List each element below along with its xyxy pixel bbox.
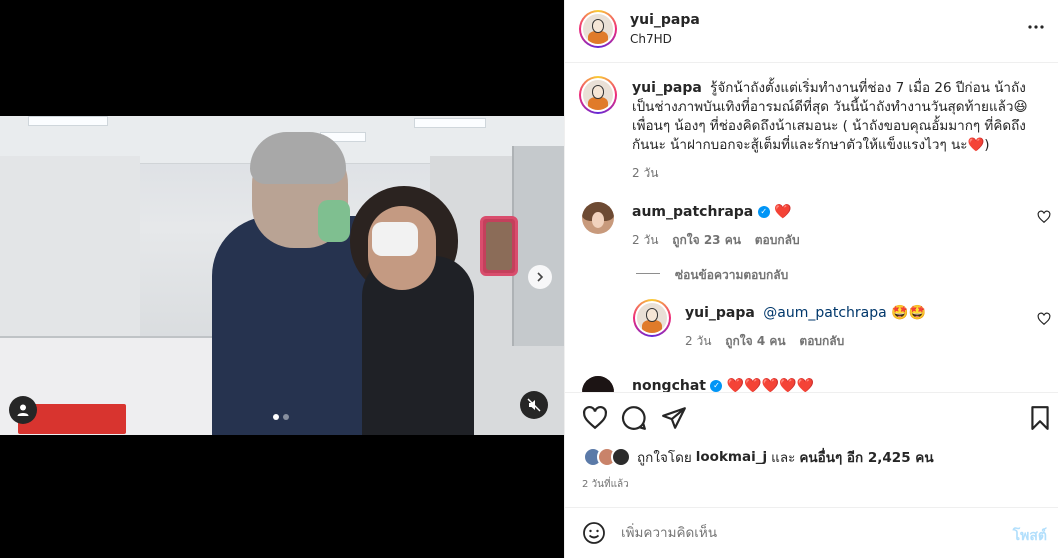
reply-meta: 2 วัน ถูกใจ 4 คน ตอบกลับ	[685, 332, 844, 351]
caption-username[interactable]: yui_papa	[632, 80, 702, 96]
post-location[interactable]: Ch7HD	[630, 32, 672, 46]
post-comment-button[interactable]: โพสต์	[1013, 525, 1047, 547]
comment-icon[interactable]	[621, 405, 647, 431]
author-avatar[interactable]	[579, 76, 617, 114]
muted-speaker-icon	[527, 398, 541, 412]
ceiling-light	[414, 118, 486, 128]
liked-by-user[interactable]: lookmai_j	[696, 449, 767, 465]
user-tag-button[interactable]	[9, 396, 37, 424]
liked-by-middle: และ	[771, 450, 796, 466]
carousel-dot	[283, 414, 289, 420]
carousel-dots	[273, 414, 289, 420]
author-username[interactable]: yui_papa	[630, 12, 700, 28]
reply-button[interactable]: ตอบกลับ	[799, 334, 844, 348]
commenter-avatar[interactable]	[582, 376, 614, 392]
comment-username[interactable]: aum_patchrapa	[632, 204, 753, 220]
person-man-mask	[318, 200, 350, 242]
caption-age: 2 วัน	[632, 166, 659, 180]
post-caption: yui_papa รู้จักน้าถังตั้งแต่เริ่มทำงานที…	[632, 79, 1032, 155]
liker-avatar[interactable]	[611, 447, 631, 467]
post-photo[interactable]	[0, 116, 564, 435]
reply-age: 2 วัน	[685, 334, 712, 348]
reply-mention[interactable]: @aum_patchrapa	[763, 305, 886, 321]
verified-badge-icon: ✓	[710, 380, 723, 392]
comment-likes[interactable]: ถูกใจ 23 คน	[672, 233, 741, 247]
comment-like-icon[interactable]	[1037, 210, 1051, 224]
more-horizontal-icon	[1028, 25, 1044, 29]
reply-avatar[interactable]	[633, 299, 671, 337]
liked-by-prefix: ถูกใจโดย	[637, 450, 692, 466]
comment-text: ❤️❤️❤️❤️❤️	[726, 378, 815, 392]
chevron-right-icon	[537, 272, 544, 282]
author-avatar[interactable]	[579, 10, 617, 48]
hide-replies-button[interactable]: ซ่อนข้อความตอบกลับ	[675, 266, 788, 285]
reply-username[interactable]: yui_papa	[685, 305, 755, 321]
scene-wall	[0, 156, 140, 356]
comment: aum_patchrapa ✓ ❤️	[632, 204, 792, 220]
person-man-hair	[250, 132, 346, 184]
comment-meta: 2 วัน ถูกใจ 23 คน ตอบกลับ	[632, 231, 800, 250]
liked-by-others[interactable]: คนอื่นๆ อีก 2,425 คน	[799, 446, 933, 468]
reply-text: 🤩🤩	[891, 305, 927, 321]
carousel-next-button[interactable]	[528, 265, 552, 289]
post-timestamp[interactable]: 2 วันที่แล้ว	[582, 477, 629, 492]
divider-line	[636, 273, 660, 274]
reply-like-icon[interactable]	[1037, 312, 1051, 326]
ceiling-light	[28, 116, 108, 126]
reply-likes[interactable]: ถูกใจ 4 คน	[725, 334, 785, 348]
comment-age: 2 วัน	[632, 233, 659, 247]
comment-input-bar: โพสต์	[565, 507, 1058, 558]
more-options-button[interactable]	[1027, 18, 1045, 40]
post-media	[0, 0, 564, 558]
scene-phone	[480, 216, 518, 276]
action-bar	[565, 392, 1058, 442]
person-woman-mask	[372, 222, 418, 256]
instagram-post-modal: yui_papa Ch7HD yui_papa รู้จักน้าถังตั้ง…	[0, 0, 1058, 558]
reply-button[interactable]: ตอบกลับ	[755, 233, 800, 247]
share-icon[interactable]	[661, 405, 687, 431]
comment-username[interactable]: nongchat	[632, 378, 706, 392]
mute-button[interactable]	[520, 391, 548, 419]
bookmark-icon[interactable]	[1027, 405, 1053, 431]
carousel-dot	[273, 414, 279, 420]
post-header: yui_papa Ch7HD	[565, 0, 1058, 63]
verified-badge-icon: ✓	[757, 206, 770, 218]
emoji-icon[interactable]	[582, 521, 606, 545]
comment-text: ❤️	[774, 204, 792, 220]
comment-input[interactable]	[621, 522, 981, 544]
comment-clipped: nongchat ✓ ❤️❤️❤️❤️❤️	[565, 370, 1058, 392]
reply-comment: yui_papa @aum_patchrapa 🤩🤩	[685, 305, 926, 321]
liked-by-row: ถูกใจโดย lookmai_j และ คนอื่นๆ อีก 2,425…	[583, 446, 934, 468]
commenter-avatar[interactable]	[582, 202, 614, 234]
post-side-panel: yui_papa Ch7HD yui_papa รู้จักน้าถังตั้ง…	[564, 0, 1058, 558]
scene-shelf	[512, 146, 564, 346]
user-tag-icon	[17, 404, 29, 416]
heart-icon[interactable]	[582, 405, 608, 431]
